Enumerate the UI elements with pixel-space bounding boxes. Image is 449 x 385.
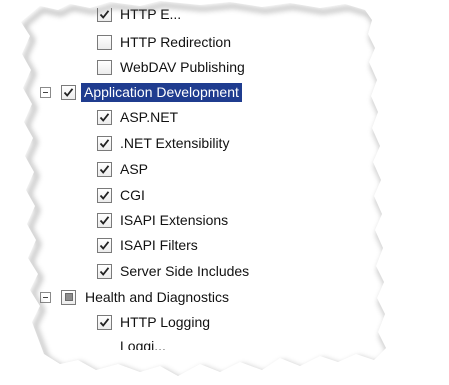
tree-item-aspnet[interactable]: ASP.NET — [97, 105, 178, 129]
check-icon — [99, 112, 110, 122]
tree-item-http-logging[interactable]: HTTP Logging — [97, 310, 210, 334]
tree-item-label: ISAPI Filters — [120, 237, 198, 253]
tree-item-logging-tools[interactable]: Loggi... — [97, 334, 166, 354]
check-icon — [99, 317, 110, 327]
check-icon — [63, 87, 74, 97]
tree-item-label: WebDAV Publishing — [120, 59, 245, 75]
checkbox-http-errors[interactable] — [97, 8, 112, 22]
tree-item-label: Health and Diagnostics — [85, 289, 229, 305]
check-icon — [99, 240, 110, 250]
check-icon — [99, 266, 110, 276]
checkbox-aspnet[interactable] — [97, 109, 112, 125]
tree-item-label: ASP.NET — [120, 109, 179, 125]
tree-item-health-and-diagnostics[interactable]: Health and Diagnostics — [40, 285, 229, 309]
collapse-icon[interactable] — [40, 86, 51, 98]
tree-item-label: ASP — [120, 161, 149, 177]
collapse-icon[interactable] — [40, 291, 51, 303]
tree-item-label: HTTP Logging — [120, 314, 211, 330]
checkbox-isapi-extensions[interactable] — [97, 212, 112, 228]
check-icon — [99, 9, 110, 19]
tree-item-application-development[interactable]: Application Development — [40, 80, 242, 104]
check-icon — [99, 164, 110, 174]
tree-item-http-errors[interactable]: HTTP E... — [97, 6, 182, 26]
tree-item-label: .NET Extensibility — [120, 135, 230, 151]
checkbox-webdav-publishing[interactable] — [97, 59, 112, 75]
checkbox-application-development[interactable] — [61, 84, 76, 100]
tree-item-label: HTTP Redirection — [120, 34, 232, 50]
tree-item-label: Server Side Includes — [120, 263, 250, 279]
checkbox-http-redirection[interactable] — [97, 34, 112, 50]
tree-item-label: CGI — [120, 187, 145, 203]
checkbox-cgi[interactable] — [97, 187, 112, 203]
tree-item-server-side-includes[interactable]: Server Side Includes — [97, 259, 249, 283]
tree-item-label: ISAPI Extensions — [120, 212, 229, 228]
tree-item-http-redirection[interactable]: HTTP Redirection — [97, 30, 231, 54]
checkbox-server-side-includes[interactable] — [97, 263, 112, 279]
checkbox-asp[interactable] — [97, 161, 112, 177]
checkbox-http-logging[interactable] — [97, 314, 112, 330]
tree-item-webdav-publishing[interactable]: WebDAV Publishing — [97, 55, 245, 79]
tree-item-label: HTTP E... — [120, 6, 182, 22]
tree-item-asp[interactable]: ASP — [97, 157, 148, 181]
tree-item-label-selected: Application Development — [81, 82, 242, 102]
tree-item-label: Loggi... — [120, 338, 166, 354]
tree-item-cgi[interactable]: CGI — [97, 183, 145, 207]
tree-item-isapi-extensions[interactable]: ISAPI Extensions — [97, 208, 228, 232]
feature-tree: HTTP E... HTTP Redirection WebDAV Publis… — [0, 0, 449, 385]
check-icon — [99, 190, 110, 200]
checkbox-net-extensibility[interactable] — [97, 135, 112, 151]
checkbox-isapi-filters[interactable] — [97, 237, 112, 253]
check-icon — [99, 138, 110, 148]
check-icon — [99, 215, 110, 225]
tree-item-net-extensibility[interactable]: .NET Extensibility — [97, 131, 229, 155]
tree-item-isapi-filters[interactable]: ISAPI Filters — [97, 233, 198, 257]
checkbox-health-and-diagnostics[interactable] — [61, 289, 76, 305]
